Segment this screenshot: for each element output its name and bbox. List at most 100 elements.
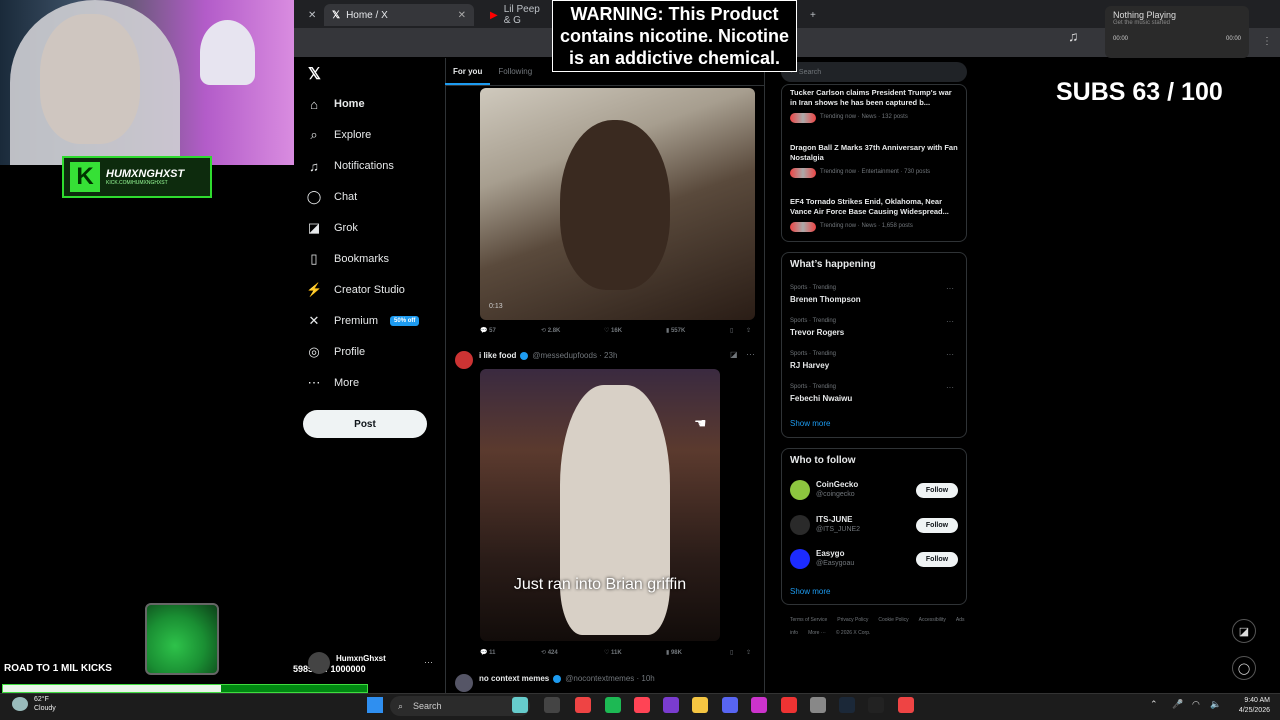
home-icon: ⌂ [310, 96, 318, 112]
tab-close-icon[interactable]: ✕ [308, 4, 318, 26]
tab-following[interactable]: Following [490, 58, 540, 85]
share-icon[interactable]: ⇪ [746, 649, 751, 656]
mic-icon[interactable]: 🎤 [1172, 699, 1183, 710]
tab-youtube[interactable]: ▶ Lil Peep & G [482, 4, 552, 26]
wifi-icon[interactable]: ◠ [1192, 699, 1200, 710]
sidebar-item-profile[interactable]: ◎ Profile [306, 340, 365, 364]
more-icon[interactable]: ··· [946, 317, 954, 326]
sidebar-item-premium[interactable]: ✕ Premium 50% off [306, 309, 420, 333]
tab-for-you[interactable]: For you [445, 58, 491, 85]
more-icon[interactable]: ··· [946, 383, 954, 392]
app-icon[interactable] [751, 697, 767, 713]
share-icon[interactable]: ⇪ [746, 327, 751, 334]
reply-button[interactable]: 💬 57 [480, 327, 496, 334]
trend-name[interactable]: Trevor Rogers [790, 328, 844, 337]
sidebar-item-explore[interactable]: ⌕ Explore [306, 123, 371, 147]
news-title[interactable]: EF4 Tornado Strikes Enid, Oklahoma, Near… [790, 197, 960, 217]
chat-icon[interactable]: ◯ [1232, 656, 1256, 680]
bookmark-icon[interactable]: ▯ [730, 327, 733, 334]
account-name[interactable]: HumxnGhxst [336, 654, 386, 663]
show-more-link[interactable]: Show more [790, 419, 830, 428]
sidebar-item-bookmarks[interactable]: ▯ Bookmarks [306, 247, 389, 271]
news-title[interactable]: Dragon Ball Z Marks 37th Anniversary wit… [790, 143, 960, 163]
avatar[interactable] [790, 549, 810, 569]
search-input[interactable]: ⌕ Search [781, 62, 967, 82]
more-vert-icon[interactable]: ⋮ [1262, 36, 1272, 47]
media-title: Nothing Playing [1113, 10, 1177, 20]
follow-name[interactable]: ITS-JUNE [816, 515, 852, 524]
author-name[interactable]: i like food [479, 351, 516, 360]
sidebar-item-home[interactable]: ⌂ Home [306, 92, 365, 116]
follow-name[interactable]: CoinGecko [816, 480, 858, 489]
new-tab-button[interactable]: + [802, 4, 822, 26]
follow-button[interactable]: Follow [916, 483, 958, 498]
sidebar-item-chat[interactable]: ◯ Chat [306, 185, 358, 209]
discord-icon[interactable] [722, 697, 738, 713]
repost-button[interactable]: ⟲ 2.8K [541, 327, 560, 334]
sidebar-item-notifications[interactable]: ♫ Notifications [306, 154, 394, 178]
tab-home-x[interactable]: 𝕏 Home / X ✕ [324, 4, 474, 26]
terminal-icon[interactable] [868, 697, 884, 713]
reply-button[interactable]: 💬 11 [480, 649, 495, 656]
views-button[interactable]: ▮ 98K [666, 649, 682, 656]
like-button[interactable]: ♡ 16K [604, 327, 622, 334]
footer-link[interactable]: More ··· [808, 630, 826, 636]
trend-name[interactable]: Brenen Thompson [790, 295, 861, 304]
trend-name[interactable]: RJ Harvey [790, 361, 829, 370]
taskbar-search[interactable]: ⌕ Search [390, 696, 530, 716]
avatar[interactable] [308, 652, 330, 674]
sidebar-item-grok[interactable]: ◪ Grok [306, 216, 358, 240]
footer-link[interactable]: © 2026 X Corp. [836, 630, 871, 636]
bookmark-icon[interactable]: ▯ [730, 649, 733, 656]
more-icon[interactable]: ··· [424, 657, 433, 667]
avatar[interactable] [790, 480, 810, 500]
subs-counter: SUBS 63 / 100 [1056, 78, 1223, 106]
post-button[interactable]: Post [303, 410, 427, 438]
chevron-up-icon[interactable]: ⌃ [1150, 699, 1158, 710]
avatar[interactable] [455, 674, 473, 692]
footer-link[interactable]: Accessibility [919, 617, 946, 623]
footer-link[interactable]: Cookie Policy [878, 617, 908, 623]
chrome-icon[interactable] [898, 697, 914, 713]
file-explorer-icon[interactable] [544, 697, 560, 713]
footer-link[interactable]: Privacy Policy [837, 617, 868, 623]
author-name[interactable]: no context memes [479, 674, 549, 683]
folder-icon[interactable] [692, 697, 708, 713]
grok-icon[interactable]: ◪ [1232, 619, 1256, 643]
views-button[interactable]: ▮ 557K [666, 327, 685, 334]
x-logo-icon[interactable]: 𝕏 [308, 64, 321, 84]
obs-icon[interactable] [663, 697, 679, 713]
youtube-icon: ▶ [490, 9, 498, 21]
media-widget[interactable]: Nothing Playing Get the music started 00… [1105, 6, 1249, 58]
more-icon[interactable]: ··· [946, 350, 954, 359]
app-icon[interactable] [810, 697, 826, 713]
system-clock[interactable]: 9:40 AM 4/25/2026 [1200, 696, 1270, 716]
repost-button[interactable]: ⟲ 424 [541, 649, 558, 656]
itunes-icon[interactable] [634, 697, 650, 713]
follow-name[interactable]: Easygo [816, 549, 844, 558]
like-button[interactable]: ♡ 11K [604, 649, 622, 656]
music-note-icon[interactable]: ♫ [1068, 28, 1079, 44]
avatar[interactable] [455, 351, 473, 369]
more-icon[interactable]: ··· [746, 349, 755, 359]
windows-start-icon[interactable] [367, 697, 383, 713]
spotify-icon[interactable] [605, 697, 621, 713]
tweet-actions: 💬 11 ⟲ 424 ♡ 11K ▮ 98K ▯ ⇪ [480, 649, 760, 659]
more-icon[interactable]: ··· [946, 284, 954, 293]
app-icon[interactable] [781, 697, 797, 713]
footer-link[interactable]: Terms of Service [790, 617, 827, 623]
weather-widget[interactable]: 62°F Cloudy [34, 695, 56, 713]
chrome-icon[interactable] [575, 697, 591, 713]
show-more-link[interactable]: Show more [790, 587, 830, 596]
grok-icon[interactable]: ◪ [730, 350, 738, 359]
news-title[interactable]: Tucker Carlson claims President Trump's … [790, 88, 960, 108]
follow-button[interactable]: Follow [916, 518, 958, 533]
sidebar-item-more[interactable]: ⋯ More [306, 371, 360, 395]
avatar[interactable] [790, 515, 810, 535]
sidebar-item-creator-studio[interactable]: ⚡ Creator Studio [306, 278, 405, 302]
steam-icon[interactable] [839, 697, 855, 713]
close-icon[interactable]: ✕ [458, 10, 466, 21]
follow-button[interactable]: Follow [916, 552, 958, 567]
trend-name[interactable]: Febechi Nwaiwu [790, 394, 852, 403]
dolphin-icon[interactable] [512, 697, 528, 713]
